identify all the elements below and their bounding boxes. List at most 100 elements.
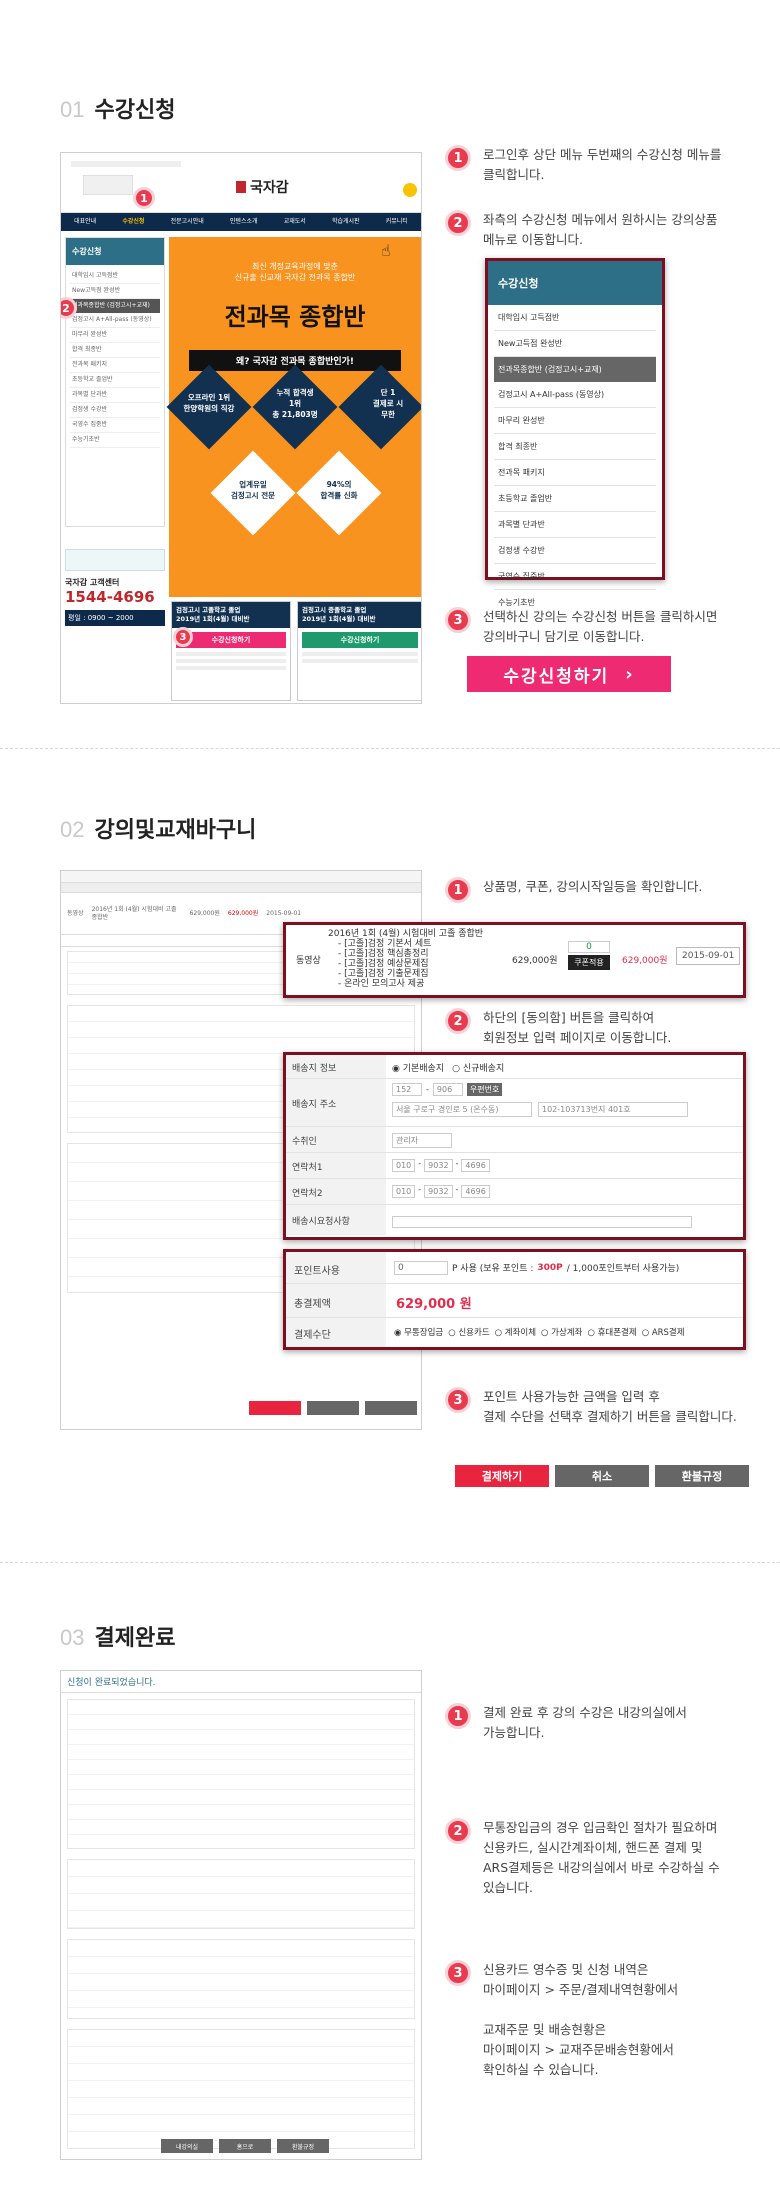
- step-marker-2: 2: [61, 297, 77, 319]
- menu-item[interactable]: 검정생 수강반: [494, 538, 656, 564]
- radio-new-address[interactable]: ○ 신규배송지: [452, 1061, 504, 1074]
- payment-form-zoom: 포인트사용 0 P 사용 (보유 포인트 : 300P / 1,000포인트부터…: [283, 1249, 746, 1350]
- product-info: 2016년 1회 (4월) 시험대비 고졸 종합반 - [고졸]검정 기본서 세…: [328, 929, 484, 989]
- zip-field-1[interactable]: 152: [392, 1083, 422, 1096]
- chevron-right-icon: ›: [625, 663, 635, 685]
- step-text: 로그인후 상단 메뉴 두번째의 수강신청 메뉴를 클릭합니다.: [483, 147, 722, 182]
- left-menu-small: 수강신청 대학입시 고득점반 New고득점 완성반 전과목종합반 (검정고시+교…: [65, 237, 165, 527]
- phone2-part[interactable]: 4696: [461, 1185, 490, 1198]
- menu-item-selected[interactable]: 전과목종합반 (검정고시+교재): [494, 357, 656, 382]
- nav-item[interactable]: 교재도서: [284, 218, 306, 226]
- product-row-zoom: 동영상 2016년 1회 (4월) 시험대비 고졸 종합반 - [고졸]검정 기…: [283, 922, 746, 998]
- memo-field[interactable]: [392, 1215, 692, 1228]
- step-1: 1 결제 완료 후 강의 수강은 내강의실에서 가능합니다.: [445, 1703, 687, 1743]
- section-2-title: 02 강의및교재바구니: [60, 817, 257, 843]
- course-menu-zoom: 수강신청 대학입시 고득점반 New고득점 완성반 전과목종합반 (검정고시+교…: [485, 258, 665, 607]
- card-apply-button[interactable]: 수강신청하기: [302, 632, 418, 648]
- method-phone[interactable]: ○ 휴대폰결제: [587, 1326, 636, 1339]
- step-marker-3: 3: [173, 627, 193, 647]
- point-input[interactable]: 0: [394, 1260, 448, 1275]
- recipient-field[interactable]: 관리자: [392, 1133, 452, 1148]
- section-name: 수강신청: [94, 98, 176, 123]
- product-type: 동영상: [296, 956, 321, 966]
- nav-item-course-apply[interactable]: 수강신청: [122, 218, 144, 226]
- menu-item[interactable]: 마무리 완성반: [494, 408, 656, 434]
- step-1: 1 로그인후 상단 메뉴 두번째의 수강신청 메뉴를 클릭합니다.: [445, 145, 721, 185]
- phone1-part[interactable]: 010: [392, 1159, 416, 1172]
- section-divider: [0, 1562, 780, 1563]
- my-classroom-button[interactable]: 내강의실: [161, 2139, 213, 2153]
- cancel-button[interactable]: 취소: [555, 1465, 649, 1487]
- cursor-icon: ☝: [381, 241, 391, 260]
- nav-item[interactable]: 전문고시안내: [171, 218, 204, 226]
- address-field-1[interactable]: 서울 구로구 경인로 5 (온수동): [392, 1102, 532, 1117]
- step-2: 2 하단의 [동의함] 버튼을 클릭하여 회원정보 입력 페이지로 이동합니다.: [445, 1008, 671, 1048]
- pay-price: 629,000원: [622, 956, 668, 966]
- step-number: 2: [445, 210, 471, 236]
- total-amount: 629,000 원: [396, 1297, 472, 1312]
- menu-item[interactable]: 합격 최종반: [494, 434, 656, 460]
- main-banner: 최신 개정교육과정에 맞춘 신규출 신교재 국자감 전과목 종합반 전과목 종합…: [166, 237, 421, 597]
- section-3-title: 03 결제완료: [60, 1625, 176, 1651]
- step-marker-1: 1: [133, 187, 155, 209]
- method-virtual[interactable]: ○ 가상계좌: [541, 1326, 582, 1339]
- menu-item[interactable]: 검정고시 A+All-pass (동영상): [494, 382, 656, 408]
- phone2-part[interactable]: 010: [392, 1185, 416, 1198]
- menu-item[interactable]: 과목별 단과반: [494, 512, 656, 538]
- section-divider: [0, 748, 780, 749]
- callcenter-box: 국자감 고객센터 1544-4696 평일 : 0900 ~ 2000: [65, 549, 165, 689]
- step-3: 3 신용카드 영수증 및 신청 내역은 마이페이지 > 주문/결제내역현황에서 …: [445, 1960, 678, 2080]
- nav-item[interactable]: 대표안내: [74, 218, 96, 226]
- menu-item[interactable]: 전과목 패키지: [494, 460, 656, 486]
- menu-item[interactable]: 대학입시 고득점반: [494, 305, 656, 331]
- course-apply-screenshot: 국자감 대표안내 수강신청 전문고시안내 인텐스소개 교재도서 학습게시판 커뮤…: [60, 152, 422, 704]
- step-number: 3: [445, 607, 471, 633]
- nav-item[interactable]: 커뮤니티: [386, 218, 408, 226]
- nav-item[interactable]: 인텐스소개: [230, 218, 258, 226]
- method-ars[interactable]: ○ ARS결제: [642, 1326, 685, 1339]
- method-bank[interactable]: ◉ 무통장입금: [394, 1326, 443, 1339]
- section-1-title: 01 수강신청: [60, 92, 175, 124]
- zip-search-button[interactable]: 우편번호: [466, 1083, 503, 1096]
- callcenter-phone: 1544-4696: [65, 588, 155, 606]
- course-card: 검정고시 중졸학교 졸업 2019년 1회(4월) 대비반 수강신청하기: [297, 601, 421, 701]
- method-card[interactable]: ○ 신용카드: [448, 1326, 489, 1339]
- phone1-part[interactable]: 9032: [424, 1159, 453, 1172]
- step-text: 좌측의 수강신청 메뉴에서 원하시는 강의상품 메뉴로 이동합니다.: [483, 212, 718, 247]
- coupon-apply-button[interactable]: 쿠폰적용: [568, 955, 610, 970]
- complete-message: 신청이 완료되었습니다.: [61, 1671, 421, 1693]
- zip-field-2[interactable]: 906: [432, 1083, 463, 1096]
- refund-policy-button[interactable]: 환불규정: [655, 1465, 749, 1487]
- step-number: 1: [445, 145, 471, 171]
- site-logo: 국자감: [236, 177, 289, 197]
- phone2-part[interactable]: 9032: [424, 1185, 453, 1198]
- step-2: 2 무통장입금의 경우 입금확인 절차가 필요하며 신용카드, 실시간계좌이체,…: [445, 1818, 720, 1898]
- radio-default-address[interactable]: ◉ 기본배송지: [392, 1061, 444, 1074]
- course-card: 검정고시 고졸학교 졸업 2019년 1회(4월) 대비반 수강신청하기: [171, 601, 291, 701]
- section-number: 01: [60, 97, 85, 122]
- phone1-part[interactable]: 4696: [461, 1159, 490, 1172]
- course-apply-button[interactable]: 수강신청하기 ›: [467, 656, 671, 692]
- small-pay-button[interactable]: [249, 1401, 301, 1415]
- refund-policy-button[interactable]: 환불규정: [277, 2139, 329, 2153]
- shipping-form-zoom: 배송지 정보 ◉ 기본배송지 ○ 신규배송지 배송지 주소 152- 906 우…: [283, 1052, 746, 1240]
- method-transfer[interactable]: ○ 계좌이체: [495, 1326, 536, 1339]
- home-button[interactable]: 홈으로: [219, 2139, 271, 2153]
- product-price: 629,000원: [512, 956, 558, 966]
- pay-button[interactable]: 결제하기: [455, 1465, 549, 1487]
- coupon-box: 0 쿠폰적용: [568, 941, 610, 970]
- step-2: 2 좌측의 수강신청 메뉴에서 원하시는 강의상품 메뉴로 이동합니다.: [445, 210, 717, 250]
- step-3: 3 포인트 사용가능한 금액을 입력 후 결제 수단을 선택후 결제하기 버튼을…: [445, 1387, 737, 1427]
- nav-item[interactable]: 학습게시판: [332, 218, 360, 226]
- top-nav: 대표안내 수강신청 전문고시안내 인텐스소개 교재도서 학습게시판 커뮤니티: [61, 213, 421, 231]
- step-3: 3 선택하신 강의는 수강신청 버튼을 클릭하시면 강의바구니 담기로 이동합니…: [445, 607, 717, 647]
- step-text: 선택하신 강의는 수강신청 버튼을 클릭하시면 강의바구니 담기로 이동합니다.: [483, 609, 718, 644]
- address-field-2[interactable]: 102-103713번지 401호: [538, 1102, 688, 1117]
- payment-complete-screenshot: 신청이 완료되었습니다. 내강의실 홈으로 환불규정: [60, 1670, 422, 2160]
- menu-item[interactable]: New고득점 완성반: [494, 331, 656, 357]
- menu-item[interactable]: 초등학교 졸업반: [494, 486, 656, 512]
- start-date-field[interactable]: 2015-09-01: [676, 947, 741, 965]
- menu-title: 수강신청: [488, 261, 662, 305]
- menu-item[interactable]: 국영수 집중반: [494, 564, 656, 590]
- step-1: 1 상품명, 쿠폰, 강의시작일등을 확인합니다.: [445, 877, 702, 903]
